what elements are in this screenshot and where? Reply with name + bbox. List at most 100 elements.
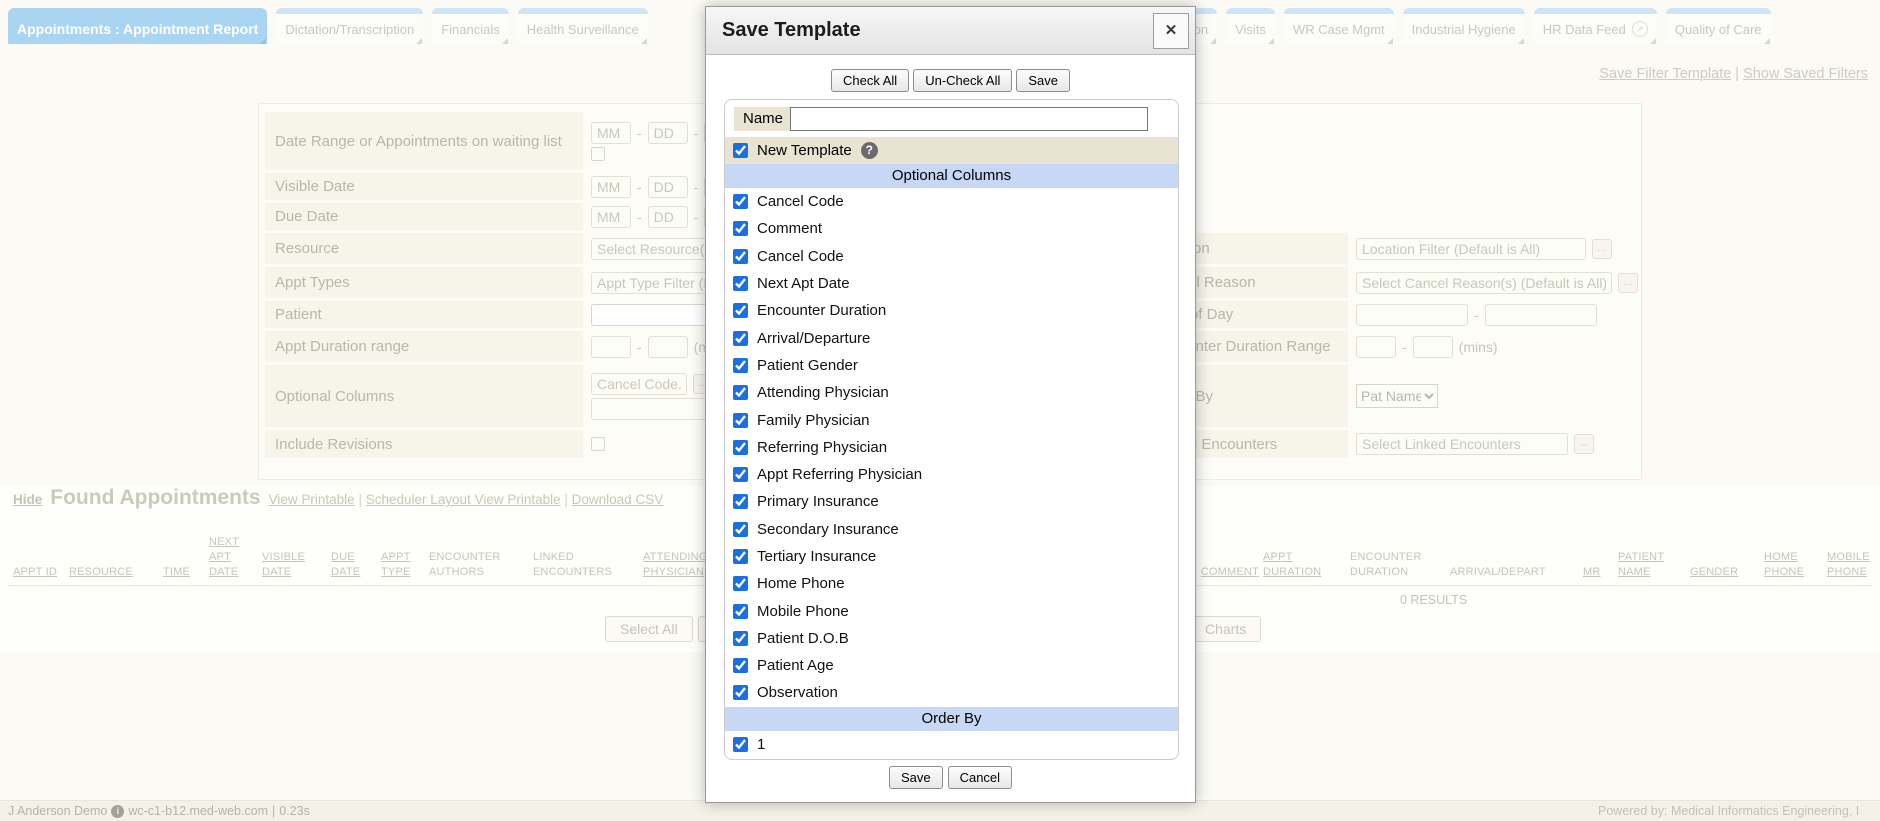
tab[interactable]: Appointments : Appointment Report bbox=[8, 8, 267, 44]
column-header[interactable]: RESOURCE bbox=[69, 565, 163, 580]
column-option-row[interactable]: Mobile Phone bbox=[725, 597, 1178, 624]
column-header[interactable]: ARRIVAL/DEPART bbox=[1450, 565, 1583, 580]
hide-link[interactable]: Hide bbox=[13, 492, 42, 507]
column-option-row[interactable]: Referring Physician bbox=[725, 434, 1178, 461]
tab[interactable]: HR Data Feed ↗ bbox=[1534, 8, 1657, 44]
column-header[interactable]: APPT TYPE bbox=[381, 550, 429, 580]
appt-duration-max-input[interactable] bbox=[648, 336, 688, 358]
order-by-option-row[interactable]: 1 bbox=[725, 731, 1178, 758]
show-saved-filters-link[interactable]: Show Saved Filters bbox=[1743, 66, 1868, 82]
column-header[interactable]: DUE DATE bbox=[331, 550, 381, 580]
due-date-mm-input[interactable] bbox=[591, 206, 631, 228]
column-option-row[interactable]: Cancel Code bbox=[725, 188, 1178, 215]
appt-duration-min-input[interactable] bbox=[591, 336, 631, 358]
close-icon[interactable]: ✕ bbox=[1153, 13, 1189, 49]
save-top-button[interactable]: Save bbox=[1016, 69, 1070, 92]
column-option-checkbox[interactable] bbox=[733, 604, 748, 619]
tab[interactable]: Dictation/Transcription bbox=[276, 8, 423, 44]
column-option-row[interactable]: Appt Referring Physician bbox=[725, 461, 1178, 488]
column-option-checkbox[interactable] bbox=[733, 194, 748, 209]
charts-button[interactable]: Charts bbox=[1190, 616, 1261, 642]
column-header[interactable]: GENDER bbox=[1690, 565, 1764, 580]
column-option-row[interactable]: Observation bbox=[725, 679, 1178, 706]
column-option-row[interactable]: Next Apt Date bbox=[725, 270, 1178, 297]
visible-date-mm-input[interactable] bbox=[591, 176, 631, 198]
column-header[interactable]: VISIBLE DATE bbox=[262, 550, 331, 580]
save-button[interactable]: Save bbox=[889, 766, 943, 789]
tab[interactable]: Visits bbox=[1226, 8, 1275, 44]
order-by-select[interactable]: Pat Name bbox=[1356, 384, 1438, 408]
save-filter-template-link[interactable]: Save Filter Template bbox=[1599, 66, 1731, 82]
column-option-row[interactable]: Patient Gender bbox=[725, 352, 1178, 379]
new-template-checkbox[interactable] bbox=[733, 143, 748, 158]
visible-date-dd-input[interactable] bbox=[648, 176, 688, 198]
column-option-checkbox[interactable] bbox=[733, 631, 748, 646]
column-option-row[interactable]: Cancel Code bbox=[725, 243, 1178, 270]
column-option-checkbox[interactable] bbox=[733, 549, 748, 564]
column-option-checkbox[interactable] bbox=[733, 685, 748, 700]
dialog-header[interactable]: Save Template ✕ bbox=[706, 7, 1195, 55]
column-option-checkbox[interactable] bbox=[733, 276, 748, 291]
select-all-button[interactable]: Select All bbox=[605, 616, 693, 642]
column-header[interactable]: ENCOUNTER DURATION bbox=[1350, 550, 1450, 580]
help-icon[interactable]: ? bbox=[861, 142, 878, 159]
column-option-checkbox[interactable] bbox=[733, 522, 748, 537]
column-option-checkbox[interactable] bbox=[733, 413, 748, 428]
scheduler-layout-view-printable-link[interactable]: Scheduler Layout View Printable bbox=[366, 492, 561, 507]
column-option-row[interactable]: Encounter Duration bbox=[725, 297, 1178, 324]
column-option-row[interactable]: Arrival/Departure bbox=[725, 324, 1178, 351]
order-by-option-checkbox[interactable] bbox=[733, 737, 748, 752]
column-option-row[interactable]: Home Phone bbox=[725, 570, 1178, 597]
check-all-button[interactable]: Check All bbox=[831, 69, 909, 92]
include-revisions-checkbox[interactable] bbox=[591, 437, 605, 451]
column-option-checkbox[interactable] bbox=[733, 331, 748, 346]
column-header[interactable]: MOBILE PHONE bbox=[1827, 550, 1880, 580]
column-option-row[interactable]: Secondary Insurance bbox=[725, 516, 1178, 543]
column-header[interactable]: APPT ID bbox=[13, 565, 69, 580]
date-range-mm-input[interactable] bbox=[591, 122, 631, 144]
cancel-reason-more-button[interactable]: ... bbox=[1618, 273, 1638, 293]
column-option-checkbox[interactable] bbox=[733, 358, 748, 373]
column-header[interactable]: HOME PHONE bbox=[1764, 550, 1827, 580]
column-option-row[interactable]: Attending Physician bbox=[725, 379, 1178, 406]
cancel-button[interactable]: Cancel bbox=[948, 766, 1012, 789]
encounter-duration-min-input[interactable] bbox=[1356, 336, 1396, 358]
tab[interactable]: Industrial Hygiene bbox=[1403, 8, 1525, 44]
view-printable-link[interactable]: View Printable bbox=[269, 492, 355, 507]
column-header[interactable]: ENCOUNTER AUTHORS bbox=[429, 550, 533, 580]
column-header[interactable]: LINKED ENCOUNTERS bbox=[533, 550, 643, 580]
column-header[interactable]: NEXT APT DATE bbox=[209, 535, 262, 580]
column-option-checkbox[interactable] bbox=[733, 303, 748, 318]
time-of-day-end-input[interactable] bbox=[1485, 304, 1597, 326]
column-option-checkbox[interactable] bbox=[733, 658, 748, 673]
location-filter-input[interactable] bbox=[1356, 238, 1586, 260]
column-header[interactable]: TIME bbox=[163, 565, 209, 580]
column-option-row[interactable]: Family Physician bbox=[725, 406, 1178, 433]
column-option-checkbox[interactable] bbox=[733, 494, 748, 509]
template-name-input[interactable] bbox=[790, 107, 1148, 131]
cancel-reason-input[interactable] bbox=[1356, 272, 1612, 294]
column-option-checkbox[interactable] bbox=[733, 221, 748, 236]
column-option-row[interactable]: Tertiary Insurance bbox=[725, 543, 1178, 570]
optional-columns-input[interactable] bbox=[591, 373, 687, 395]
column-header[interactable]: MR bbox=[1583, 565, 1618, 580]
column-option-checkbox[interactable] bbox=[733, 576, 748, 591]
info-icon[interactable]: i bbox=[111, 805, 124, 818]
tab[interactable]: WR Case Mgmt bbox=[1284, 8, 1394, 44]
date-range-dd-input[interactable] bbox=[648, 122, 688, 144]
tab[interactable]: Financials bbox=[432, 8, 509, 44]
download-csv-link[interactable]: Download CSV bbox=[572, 492, 664, 507]
column-option-checkbox[interactable] bbox=[733, 249, 748, 264]
due-date-dd-input[interactable] bbox=[648, 206, 688, 228]
column-header[interactable]: PATIENT NAME bbox=[1618, 550, 1690, 580]
column-option-row[interactable]: Patient Age bbox=[725, 652, 1178, 679]
column-option-checkbox[interactable] bbox=[733, 440, 748, 455]
encounter-duration-max-input[interactable] bbox=[1413, 336, 1453, 358]
tab[interactable]: Health Surveillance bbox=[518, 8, 648, 44]
column-option-row[interactable]: Primary Insurance bbox=[725, 488, 1178, 515]
column-option-row[interactable]: Patient D.O.B bbox=[725, 625, 1178, 652]
column-option-checkbox[interactable] bbox=[733, 467, 748, 482]
column-header[interactable]: APPT DURATION bbox=[1263, 550, 1350, 580]
tab[interactable]: Quality of Care bbox=[1666, 8, 1771, 44]
linked-encounters-input[interactable] bbox=[1356, 433, 1568, 455]
